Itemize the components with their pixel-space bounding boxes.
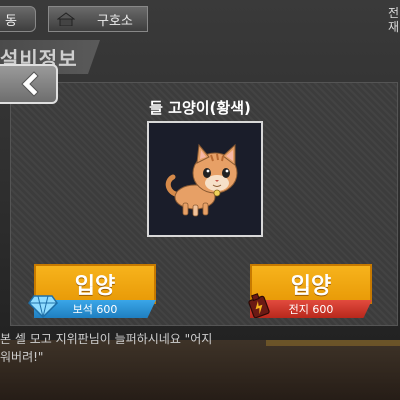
- dialogue-accent-strip: [266, 340, 400, 346]
- cat-icon: [165, 143, 238, 217]
- top-right-line2: 재: [388, 20, 400, 34]
- battery-price-label: 전지 600: [288, 303, 334, 316]
- gem-price-label: 보석 600: [72, 303, 118, 316]
- tab-shelter-label: 구호소: [97, 13, 133, 29]
- battery-icon: [248, 293, 270, 318]
- house-icon: [57, 12, 75, 26]
- tab-shelter[interactable]: 구호소: [48, 6, 148, 32]
- top-right-line1: 전: [388, 6, 400, 20]
- adopt-battery-label: 입양: [290, 274, 332, 299]
- top-right-info: 전 재: [388, 6, 399, 34]
- gem-icon: [28, 295, 58, 318]
- pet-name-title: 들 고양이(황색): [149, 99, 251, 117]
- adopt-gem-label: 입양: [74, 274, 116, 299]
- dialogue-line2: 워버려!": [0, 350, 44, 364]
- adopt-gem-button[interactable]: 입양 보석 600: [28, 264, 158, 322]
- chevron-left-icon: [21, 71, 39, 97]
- tab-dong[interactable]: 동: [0, 6, 36, 32]
- dialogue-text: 본 셀 모고 지위판님이 늘퍼하시네요 "어지 워버려!": [0, 330, 400, 366]
- pet-portrait: [147, 121, 263, 237]
- adopt-battery-button[interactable]: 입양 전지 600: [248, 264, 374, 322]
- tab-dong-label: 동: [5, 13, 17, 29]
